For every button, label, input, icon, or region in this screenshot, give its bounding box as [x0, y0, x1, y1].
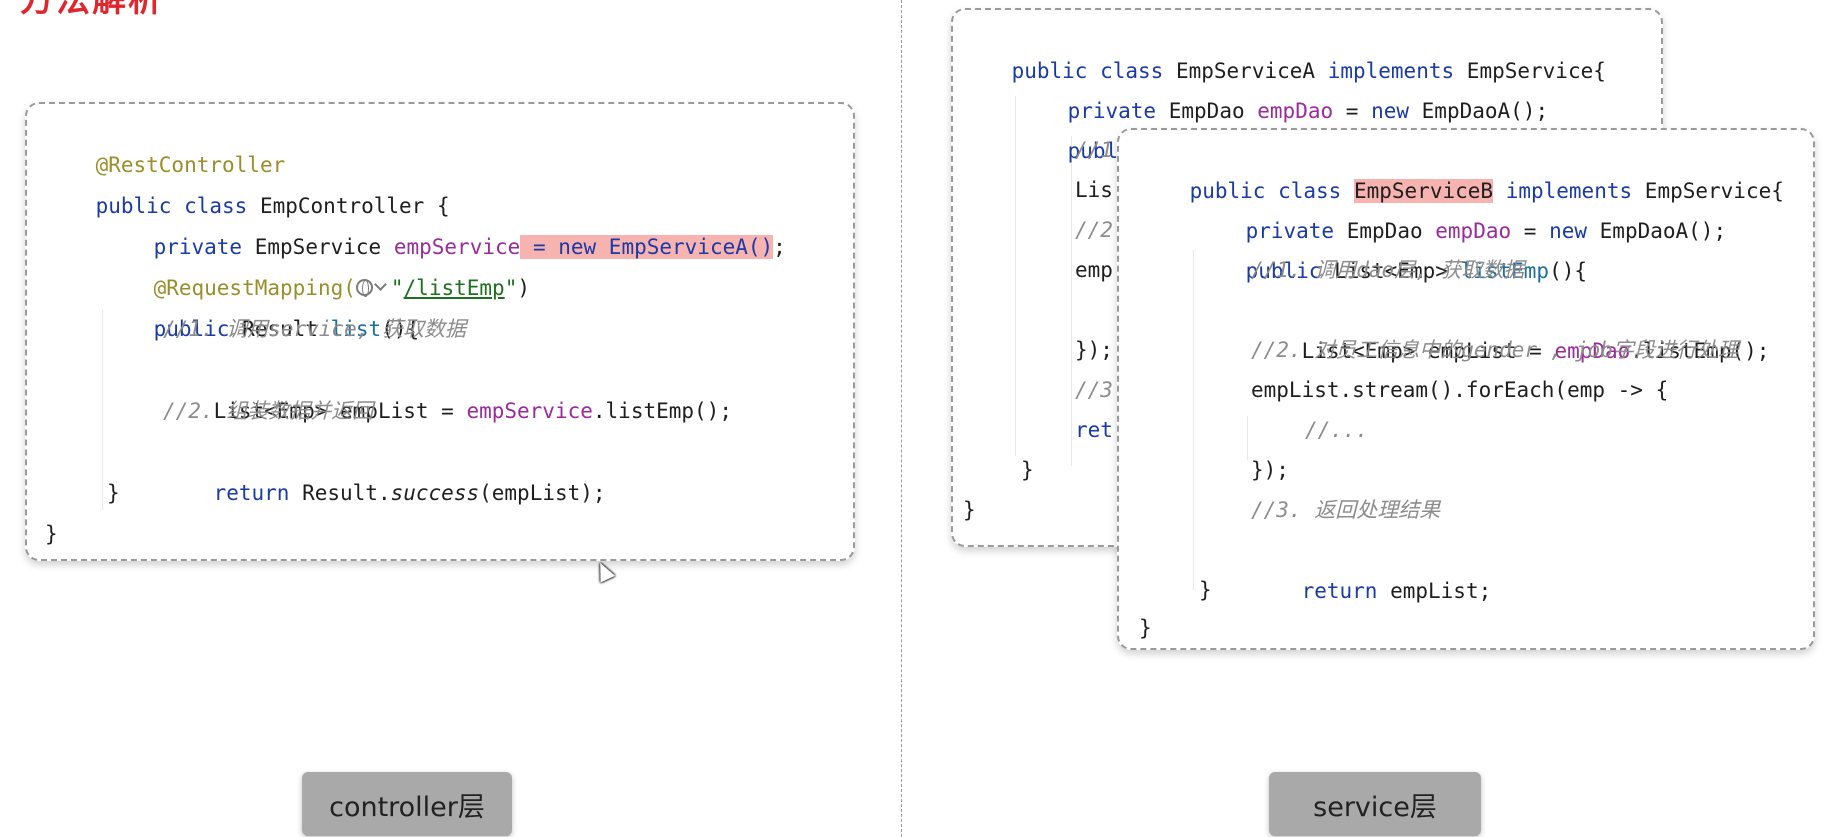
service-layer-label: service层	[1269, 772, 1481, 836]
code-line-4: //1. 调用dao层, 获取数据	[1251, 258, 1525, 282]
code-line-4: @RequestMapping("/listEmp")	[103, 227, 530, 300]
code-fragment-list: Lis	[1075, 178, 1113, 202]
code-fragment-ret: ret	[1075, 418, 1113, 442]
return-value: empList;	[1390, 579, 1492, 603]
close-paren: )	[517, 276, 530, 300]
code-line-close-class: }	[963, 498, 976, 522]
code-line-5: List<Emp> empList = empDao.listEmp();	[1251, 290, 1770, 363]
code-line-9: });	[1251, 458, 1289, 482]
semicolon: ;	[773, 235, 786, 259]
code-line-11: }	[45, 522, 58, 546]
code-line-6: //1. 调用service, 获取数据	[163, 317, 467, 341]
success-args: (empList);	[479, 481, 606, 505]
code-line-10: //3. 返回处理结果	[1251, 498, 1441, 522]
code-fragment-comment2: //2	[1075, 218, 1113, 242]
code-line-9: return Result.success(empList);	[163, 432, 606, 505]
code-line-13: }	[1139, 616, 1152, 640]
quote-close: "	[504, 276, 518, 300]
code-line-2: private EmpDao empDao = new EmpDaoA();	[1017, 50, 1549, 123]
new-dao: EmpDaoA();	[1599, 219, 1727, 243]
code-fragment-close: });	[1075, 338, 1113, 362]
code-fragment-comment3: //3	[1075, 378, 1113, 402]
code-line-10: }	[107, 481, 120, 505]
code-line-3: public List<Emp> listEmp(){	[1017, 90, 1409, 163]
code-fragment-emp: emp	[1075, 258, 1113, 282]
indent-guide	[1193, 250, 1194, 590]
parens-brace: (){	[1549, 259, 1587, 283]
new-dao: EmpDaoA();	[1421, 99, 1549, 123]
code-line-1: public class EmpServiceB implements EmpS…	[1139, 130, 1784, 203]
code-line-7: empList.stream().forEach(emp -> {	[1251, 378, 1669, 402]
code-line-1: @RestController	[45, 104, 286, 177]
call-listemp: .listEmp();	[592, 399, 732, 423]
code-line-12: }	[1199, 578, 1212, 602]
keyword-return: return	[213, 481, 290, 505]
page-title: 方法解析	[20, 0, 164, 20]
assign-new-expr: = new EmpServiceA()	[532, 235, 774, 259]
code-line-1: public class EmpServiceA implements EmpS…	[961, 10, 1606, 83]
method-success: success	[390, 481, 480, 505]
result-prefix: Result.	[302, 481, 391, 505]
indent-guide	[1015, 96, 1016, 456]
code-line-close-method: }	[1021, 458, 1034, 482]
code-line-11: return empList;	[1251, 530, 1492, 603]
indent-guide	[1247, 416, 1248, 460]
code-fragment-comment1: //1	[1075, 138, 1113, 162]
code-line-6: //2. 对员工信息中的gender , job字段进行处理	[1251, 338, 1739, 362]
field-empservice-ref: empService	[466, 399, 593, 423]
mouse-cursor-icon	[592, 559, 616, 583]
code-line-7: List<Emp> empList = empService.listEmp()…	[163, 350, 732, 423]
indent-guide	[1071, 136, 1072, 466]
code-line-3: public List<Emp> listEmp(){	[1195, 210, 1587, 283]
code-line-2: public class EmpController {	[45, 145, 450, 218]
code-line-5: public Result list(){	[103, 268, 420, 341]
code-line-8: //...	[1305, 418, 1369, 442]
highlighted-instantiation: = new EmpServiceA()	[520, 235, 774, 259]
keyword-return: return	[1301, 579, 1378, 603]
code-line-8: //2. 组装数据并返回	[163, 399, 374, 423]
controller-layer-label: controller层	[302, 772, 512, 836]
section-divider	[901, 0, 902, 837]
code-line-3: private EmpService empService = new EmpS…	[103, 186, 786, 259]
service-b-code-panel: public class EmpServiceB implements EmpS…	[1117, 128, 1815, 650]
controller-code-panel: @RestController public class EmpControll…	[25, 102, 855, 561]
code-line-2: private EmpDao empDao = new EmpDaoA();	[1195, 170, 1727, 243]
